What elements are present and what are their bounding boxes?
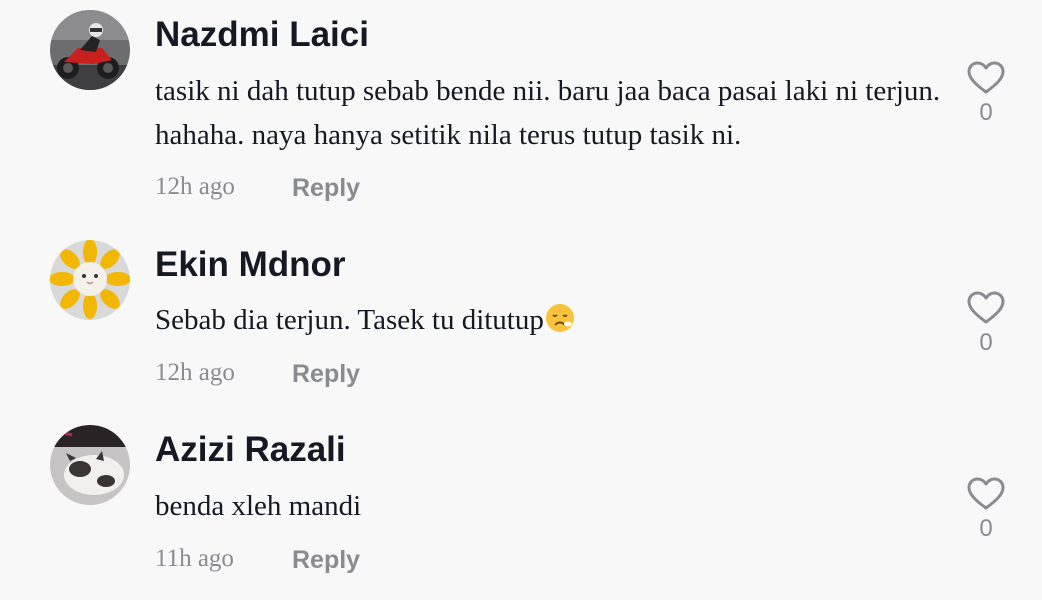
- reply-button[interactable]: Reply: [292, 546, 360, 575]
- avatar[interactable]: [50, 425, 130, 505]
- sleeping-cat-avatar-icon: [50, 425, 130, 505]
- like-count: 0: [979, 515, 993, 542]
- comment-item: Azizi Razali benda xleh mandi 11h ago Re…: [0, 0, 1042, 600]
- comment-username[interactable]: Azizi Razali: [155, 430, 346, 470]
- like-button[interactable]: 0: [962, 477, 1010, 543]
- heart-icon: [967, 477, 1005, 510]
- comment-text: benda xleh mandi: [155, 490, 362, 522]
- comment-list: Nazdmi Laici tasik ni dah tutup sebab be…: [0, 0, 1042, 600]
- comment-timestamp: 11h ago: [155, 545, 234, 572]
